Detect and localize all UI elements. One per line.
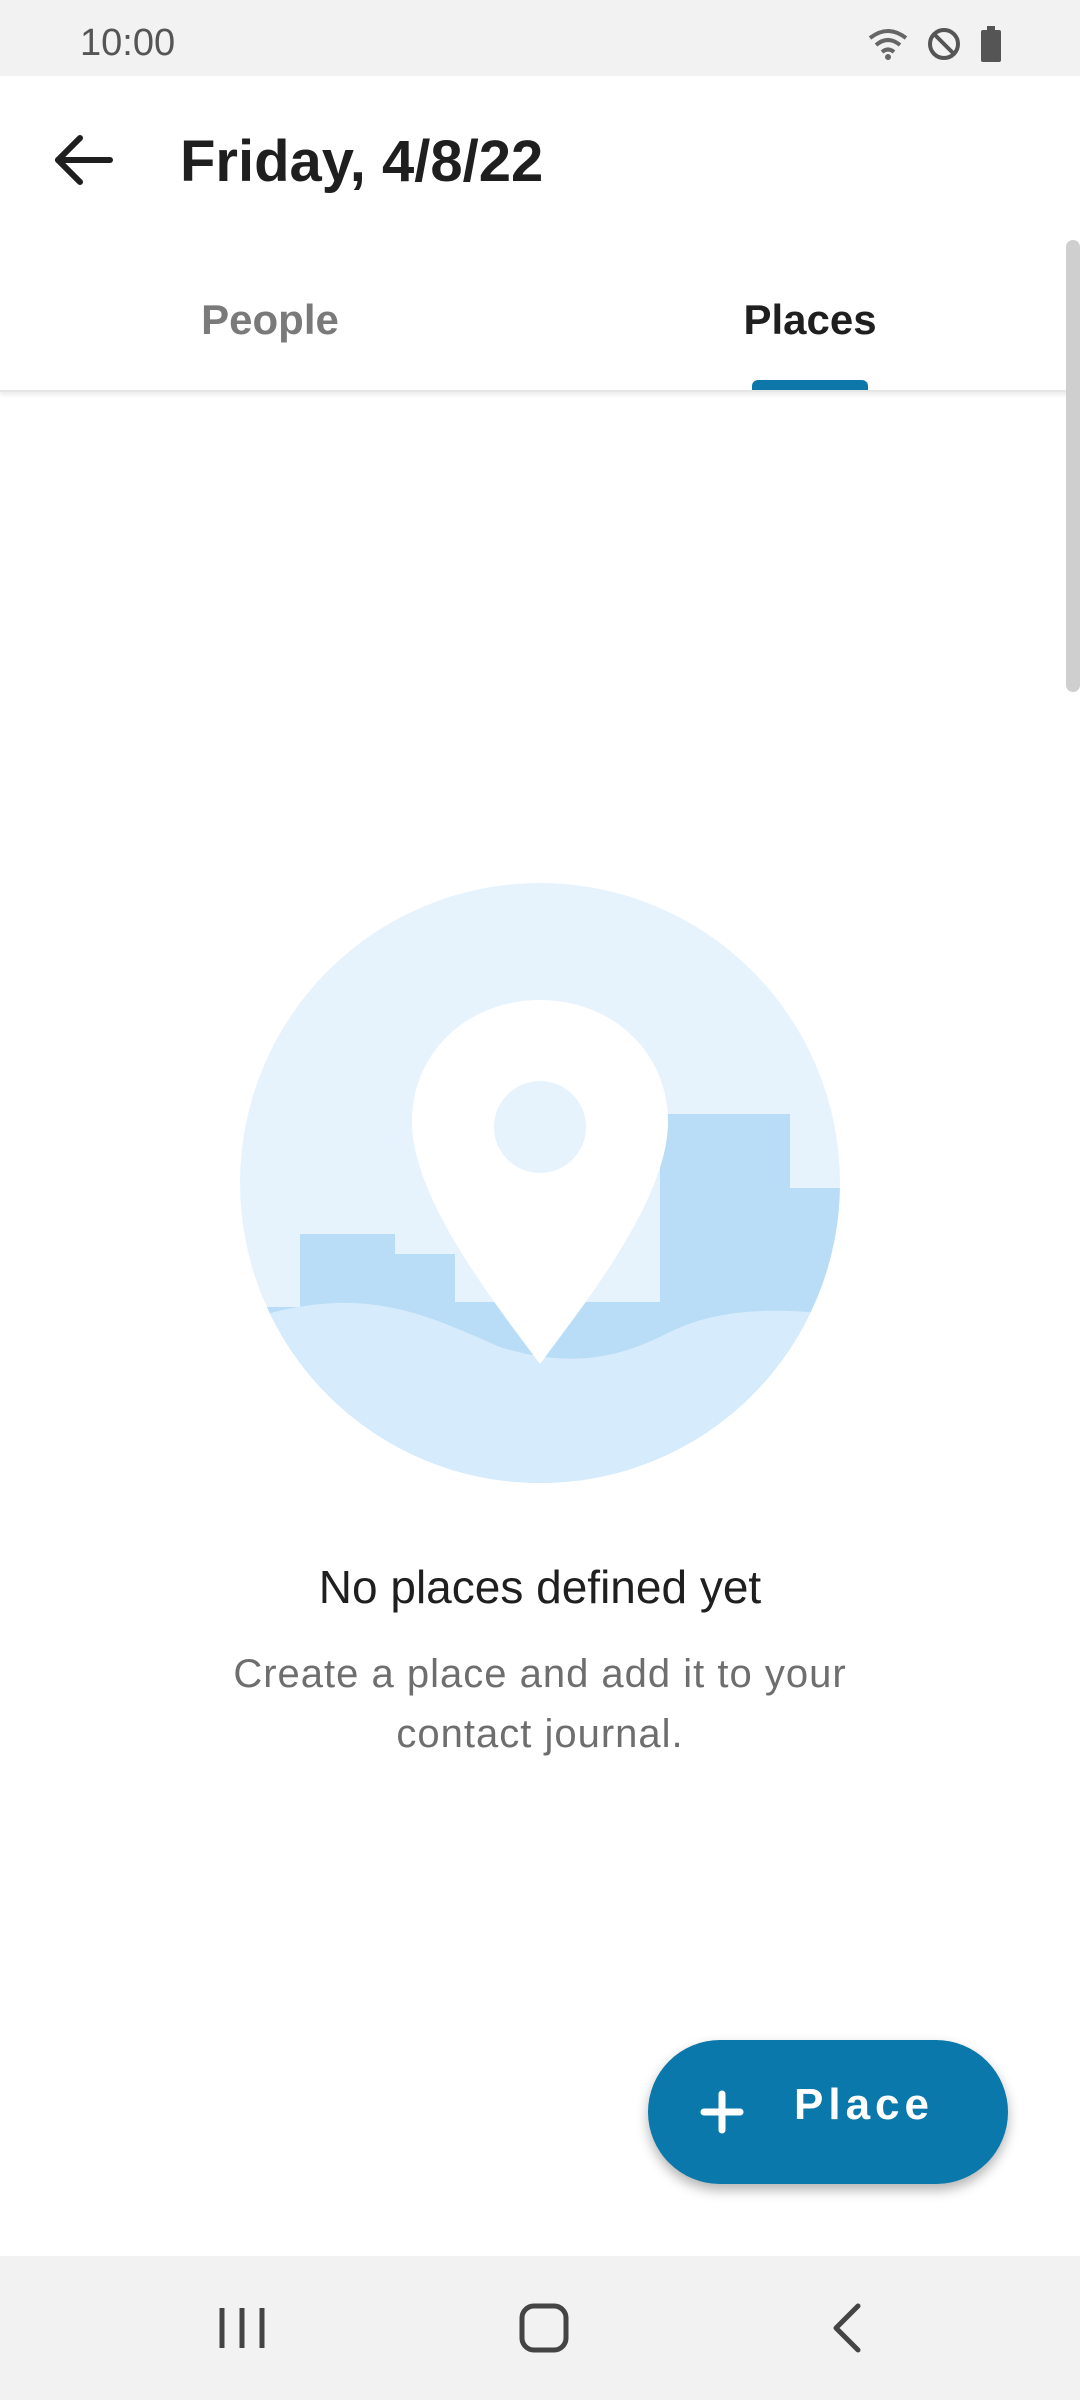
app-bar: Friday, 4/8/22: [0, 76, 1080, 236]
do-not-disturb-icon: [928, 28, 960, 60]
battery-icon: [981, 26, 1001, 62]
tab-people[interactable]: People: [0, 236, 540, 390]
plus-icon: [700, 2090, 744, 2134]
home-icon: [519, 2303, 569, 2353]
system-nav-bar: [0, 2256, 1080, 2400]
map-pin-landscape-illustration: [240, 883, 840, 1483]
add-place-label: Place: [794, 2080, 934, 2129]
empty-state-title: No places defined yet: [318, 1561, 762, 1613]
empty-state-description: Create a place and add it to your contac…: [233, 1652, 847, 1756]
back-button[interactable]: [48, 124, 120, 196]
back-icon: [833, 2303, 861, 2353]
page-title: Friday, 4/8/22: [180, 129, 544, 194]
status-time: 10:00: [80, 22, 176, 64]
status-bar: 10:00: [0, 0, 1080, 76]
arrow-back-icon: [55, 135, 113, 185]
nav-back-button[interactable]: [806, 2296, 886, 2360]
add-place-button[interactable]: Place: [648, 2040, 1008, 2184]
status-icons: [868, 24, 1002, 64]
recents-button[interactable]: [202, 2296, 282, 2360]
tab-bar: People Places: [0, 236, 1080, 392]
tab-indicator: [752, 380, 868, 390]
recents-icon: [219, 2308, 265, 2348]
tab-places[interactable]: Places: [540, 236, 1080, 390]
home-button[interactable]: [504, 2296, 584, 2360]
wifi-icon: [868, 29, 908, 60]
scrollbar[interactable]: [1066, 240, 1080, 692]
